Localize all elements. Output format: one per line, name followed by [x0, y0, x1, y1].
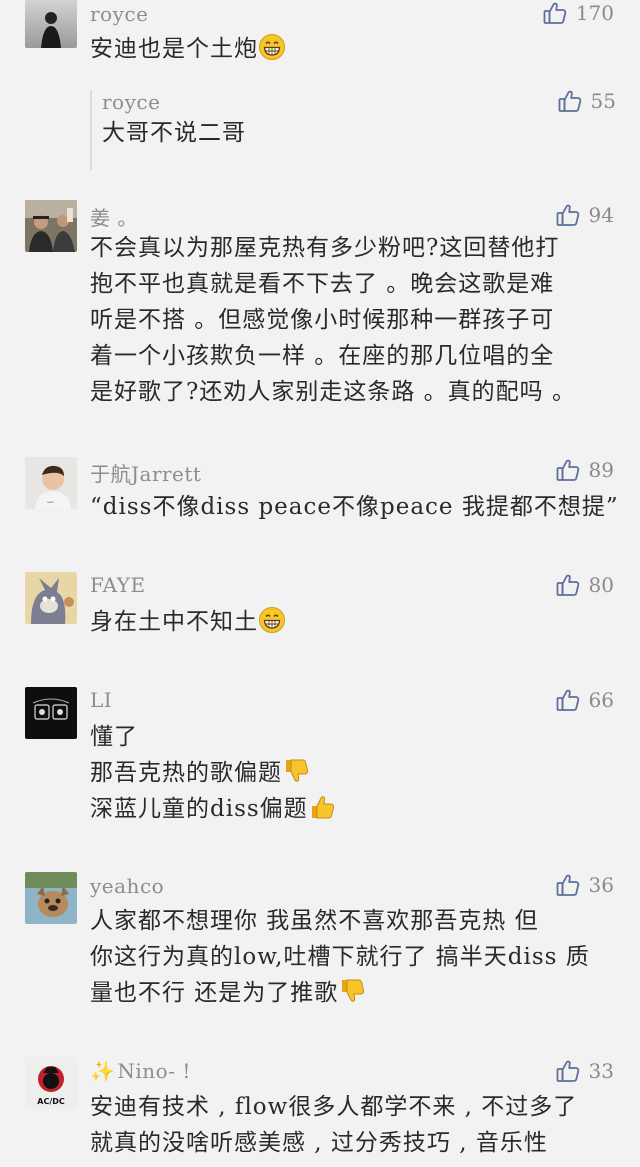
comment-line: 就真的没啥听感美感 , 过分秀技巧 , 音乐性	[90, 1125, 610, 1161]
comment-line: 是好歌了?还劝人家别走这条路 。真的配吗 。	[90, 374, 610, 410]
comment-line: “diss不像diss peace不像peace 我提都不想提”	[90, 489, 618, 525]
username[interactable]: yeahco	[90, 874, 164, 898]
username-text: LI	[90, 688, 113, 712]
like-button[interactable]: 89	[555, 455, 614, 485]
svg-text:AC/DC: AC/DC	[37, 1097, 65, 1106]
username[interactable]: FAYE	[90, 573, 146, 597]
like-count: 33	[588, 1059, 614, 1083]
avatar-faye[interactable]	[25, 572, 77, 624]
like-button[interactable]: 80	[555, 570, 614, 600]
comment-line-text: 大哥不说二哥	[102, 120, 246, 146]
thumbs-up-icon	[542, 0, 568, 26]
comment-line: 量也不行 还是为了推歌	[90, 975, 610, 1011]
avatar-yuhang[interactable]: ᵃʷᵃ	[25, 457, 77, 509]
grin-emoji	[258, 33, 286, 61]
comment-line: 抱不平也真就是看不下去了 。晚会这歌是难	[90, 266, 610, 302]
reply-username[interactable]: royce	[102, 90, 160, 114]
comment-line: 听是不搭 。但感觉像小时候那种一群孩子可	[90, 302, 610, 338]
comment-line-text: 着一个小孩欺负一样 。在座的那几位唱的全	[90, 343, 555, 369]
username[interactable]: 姜 。	[90, 202, 138, 231]
comment-line-text: 就真的没啥听感美感 , 过分秀技巧 , 音乐性	[90, 1130, 548, 1156]
comment-line-text: 懂了	[90, 724, 138, 750]
username[interactable]: LI	[90, 688, 112, 712]
comment-line: 着一个小孩欺负一样 。在座的那几位唱的全	[90, 338, 610, 374]
thumbs-up-icon	[555, 457, 581, 483]
like-count: 36	[588, 873, 614, 897]
like-count: 80	[588, 573, 614, 597]
comment-line-text: 深蓝儿童的diss偏题	[90, 796, 308, 822]
comment-line: 安迪有技术 , flow很多人都学不来 , 不过多了	[90, 1089, 610, 1125]
thumbs-down-emoji	[338, 977, 366, 1005]
username-text: 姜 。	[90, 206, 138, 230]
comment-text: 身在土中不知土	[90, 604, 610, 640]
comment-line-text: 不会真以为那屋克热有多少粉吧?这回替他打	[90, 235, 560, 261]
comment-line: 安迪也是个土炮	[90, 31, 610, 67]
comment-line-text: 抱不平也真就是看不下去了 。晚会这歌是难	[90, 271, 555, 297]
like-count: 170	[575, 1, 614, 25]
comment-line-text: 是好歌了?还劝人家别走这条路 。真的配吗 。	[90, 379, 576, 405]
avatar-yeahco[interactable]	[25, 872, 77, 924]
comment-line-text: “diss不像diss peace不像peace 我提都不想提”	[90, 494, 619, 520]
thumbs-down-emoji	[282, 757, 310, 785]
comment-line-text: 听是不搭 。但感觉像小时候那种一群孩子可	[90, 307, 555, 333]
comment-line: 你这行为真的low,吐槽下就行了 搞半天diss 质	[90, 939, 610, 975]
like-button[interactable]: 66	[555, 685, 614, 715]
like-count: 89	[588, 458, 614, 482]
thumbs-up-icon	[555, 202, 581, 228]
comment-line-text: 量也不行 还是为了推歌	[90, 980, 339, 1006]
comment-line-text: 那吾克热的歌偏题	[90, 760, 282, 786]
avatar-li[interactable]	[25, 687, 77, 739]
comment-text: 大哥不说二哥	[102, 115, 622, 151]
comment-text: 安迪有技术 , flow很多人都学不来 , 不过多了 就真的没啥听感美感 , 过分…	[90, 1089, 610, 1161]
avatar-nino[interactable]: AC/DC	[25, 1057, 77, 1109]
username-text: FAYE	[90, 573, 146, 597]
thumbs-up-icon	[555, 572, 581, 598]
thumbs-up-icon	[555, 872, 581, 898]
username[interactable]: ✨ Nino- !	[90, 1059, 191, 1083]
username[interactable]: royce	[90, 2, 148, 26]
comment-text: 安迪也是个土炮	[90, 31, 610, 67]
comment-line: 那吾克热的歌偏题	[90, 755, 610, 791]
svg-text:ᵃʷᵃ: ᵃʷᵃ	[47, 501, 54, 507]
like-count: 94	[588, 203, 614, 227]
like-button[interactable]: 55	[557, 86, 616, 116]
comment-line: 深蓝儿童的diss偏题	[90, 791, 610, 827]
avatar-royce[interactable]	[25, 0, 77, 48]
thumbs-up-icon	[555, 687, 581, 713]
thumbs-up-icon	[555, 1058, 581, 1084]
like-count: 55	[590, 89, 616, 113]
avatar-jiang[interactable]	[25, 200, 77, 252]
comment-line: 人家都不想理你 我虽然不喜欢那吾克热 但	[90, 903, 610, 939]
username-text: Nino- !	[117, 1059, 191, 1083]
comment-text: 不会真以为那屋克热有多少粉吧?这回替他打 抱不平也真就是看不下去了 。晚会这歌是难…	[90, 230, 610, 410]
username-text: yeahco	[90, 874, 165, 898]
comment-line: 懂了	[90, 719, 610, 755]
grin-emoji	[258, 606, 286, 634]
like-button[interactable]: 33	[555, 1056, 614, 1086]
username[interactable]: 于航Jarrett	[90, 458, 201, 487]
comment-line: 大哥不说二哥	[102, 115, 622, 151]
comment-line: 不会真以为那屋克热有多少粉吧?这回替他打	[90, 230, 610, 266]
thumbs-up-icon	[557, 88, 583, 114]
like-button[interactable]: 170	[542, 0, 614, 28]
username-text: royce	[90, 2, 149, 26]
sparkle-icon: ✨	[90, 1059, 116, 1083]
comment-line-text: 安迪有技术 , flow很多人都学不来 , 不过多了	[90, 1094, 578, 1120]
comment-line-text: 身在土中不知土	[90, 609, 258, 635]
comment-line-text: 安迪也是个土炮	[90, 36, 258, 62]
comment-line: 身在土中不知土	[90, 604, 610, 640]
thumbs-up-emoji	[308, 793, 336, 821]
comment-text: “diss不像diss peace不像peace 我提都不想提”	[90, 489, 618, 525]
like-count: 66	[588, 688, 614, 712]
like-button[interactable]: 36	[555, 870, 614, 900]
comment-text: 懂了那吾克热的歌偏题 深蓝儿童的diss偏题	[90, 719, 610, 827]
username-text: 于航Jarrett	[90, 462, 202, 486]
like-button[interactable]: 94	[555, 200, 614, 230]
comment-text: 人家都不想理你 我虽然不喜欢那吾克热 但你这行为真的low,吐槽下就行了 搞半天…	[90, 903, 610, 1011]
reply-block: royce 55 大哥不说二哥	[90, 89, 622, 170]
comment-line-text: 人家都不想理你 我虽然不喜欢那吾克热 但	[90, 908, 539, 934]
comment-line-text: 你这行为真的low,吐槽下就行了 搞半天diss 质	[90, 944, 590, 970]
